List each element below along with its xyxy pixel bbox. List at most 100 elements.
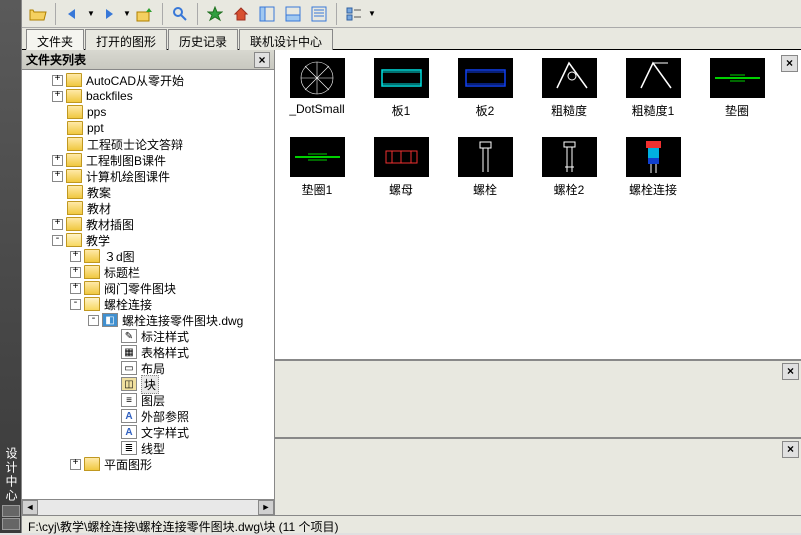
tree-toggle[interactable]: - xyxy=(88,315,99,326)
tree-node[interactable]: ≣线型 xyxy=(22,440,274,456)
tree-node[interactable]: ≡图层 xyxy=(22,392,274,408)
tree-label[interactable]: 阀门零件图块 xyxy=(104,280,176,297)
tree-node[interactable]: - 教学 xyxy=(22,232,274,248)
tree-toggle[interactable]: + xyxy=(70,283,81,294)
tree-node[interactable]: -◧螺栓连接零件图块.dwg xyxy=(22,312,274,328)
tree-label[interactable]: 螺栓连接 xyxy=(104,296,152,313)
tree-node[interactable]: + 标题栏 xyxy=(22,264,274,280)
tree-hscroll[interactable]: ◄ ► xyxy=(22,499,274,515)
tree-label[interactable]: backfiles xyxy=(86,89,133,103)
scroll-right-button[interactable]: ► xyxy=(258,500,274,515)
content-close-button[interactable]: × xyxy=(781,55,798,72)
thumbnail-item[interactable]: 螺母 xyxy=(371,137,431,198)
tree-label[interactable]: 平面图形 xyxy=(104,456,152,473)
back-dropdown[interactable]: ▼ xyxy=(87,9,95,18)
tab-1[interactable]: 打开的图形 xyxy=(85,29,167,50)
thumbnail-item[interactable]: 板2 xyxy=(455,58,515,119)
view-dropdown[interactable]: ▼ xyxy=(368,9,376,18)
tree-close-button[interactable]: × xyxy=(254,52,270,68)
tree-label[interactable]: 教材插图 xyxy=(86,216,134,233)
tree-toggle[interactable]: + xyxy=(52,155,63,166)
tree-label[interactable]: 工程硕士论文答辩 xyxy=(87,136,183,153)
tab-0[interactable]: 文件夹 xyxy=(26,29,84,50)
tree-node[interactable]: +３d图 xyxy=(22,248,274,264)
open-button[interactable] xyxy=(26,2,50,26)
tree-node[interactable]: + 工程制图B课件 xyxy=(22,152,274,168)
tree-toggle[interactable]: - xyxy=(52,235,63,246)
tree-toggle[interactable]: + xyxy=(52,91,63,102)
tree-label[interactable]: 外部参照 xyxy=(141,408,189,425)
tree-node[interactable]: pps xyxy=(22,104,274,120)
tree-node[interactable]: - 螺栓连接 xyxy=(22,296,274,312)
tree-node[interactable]: + 教材插图 xyxy=(22,216,274,232)
tree-node[interactable]: A文字样式 xyxy=(22,424,274,440)
description-toggle-button[interactable] xyxy=(307,2,331,26)
thumbnail-item[interactable]: 粗糙度1 xyxy=(623,58,683,119)
thumbnail-item[interactable]: 螺栓 xyxy=(455,137,515,198)
thumbnail-item[interactable]: 粗糙度 xyxy=(539,58,599,119)
thumbnail-item[interactable]: 垫圈 xyxy=(707,58,767,119)
tree-toggle[interactable]: + xyxy=(52,75,63,86)
view-button[interactable] xyxy=(342,2,366,26)
thumbnail-item[interactable]: _DotSmall xyxy=(287,58,347,119)
thumbnail-item[interactable]: 板1 xyxy=(371,58,431,119)
tree-node[interactable]: + 计算机绘图课件 xyxy=(22,168,274,184)
preview-close-button[interactable]: × xyxy=(782,363,799,380)
forward-button[interactable] xyxy=(97,2,121,26)
tree-node[interactable]: ▦表格样式 xyxy=(22,344,274,360)
tree-node[interactable]: + 平面图形 xyxy=(22,456,274,472)
tree-node[interactable]: + 阀门零件图块 xyxy=(22,280,274,296)
preview-toggle-button[interactable] xyxy=(281,2,305,26)
tree-label[interactable]: 教案 xyxy=(87,184,111,201)
tree-toggle[interactable]: + xyxy=(70,251,81,262)
search-button[interactable] xyxy=(168,2,192,26)
tree-toggle[interactable]: + xyxy=(70,459,81,470)
tree-label[interactable]: 计算机绘图课件 xyxy=(86,168,170,185)
up-button[interactable] xyxy=(133,2,157,26)
tree-label[interactable]: 工程制图B课件 xyxy=(86,152,166,169)
tree-node[interactable]: A外部参照 xyxy=(22,408,274,424)
tree-label[interactable]: 教材 xyxy=(87,200,111,217)
tree-node[interactable]: 工程硕士论文答辩 xyxy=(22,136,274,152)
tree-label[interactable]: ３d图 xyxy=(104,248,135,265)
tree-node[interactable]: ◫块 xyxy=(22,376,274,392)
tree-label[interactable]: pps xyxy=(87,105,106,119)
tree-label[interactable]: ppt xyxy=(87,121,104,135)
tree-label[interactable]: 标注样式 xyxy=(141,328,189,345)
tree-toggle[interactable]: + xyxy=(52,219,63,230)
dock-icon-1[interactable] xyxy=(2,505,20,517)
tree-toggle[interactable]: + xyxy=(70,267,81,278)
tree-label[interactable]: AutoCAD从零开始 xyxy=(86,72,184,89)
dock-icon-2[interactable] xyxy=(2,518,20,530)
scroll-track[interactable] xyxy=(38,500,258,515)
thumbnail-item[interactable]: 螺栓连接 xyxy=(623,137,683,198)
scroll-left-button[interactable]: ◄ xyxy=(22,500,38,515)
tree-toggle[interactable]: + xyxy=(52,171,63,182)
tree-node[interactable]: 教材 xyxy=(22,200,274,216)
description-close-button[interactable]: × xyxy=(782,441,799,458)
tree-label[interactable]: 线型 xyxy=(141,440,165,457)
tab-2[interactable]: 历史记录 xyxy=(168,29,238,50)
tree-body[interactable]: + AutoCAD从零开始 + backfiles pps ppt工程硕士论文答辩 + 工程制… xyxy=(22,70,274,499)
thumbnail-item[interactable]: 螺栓2 xyxy=(539,137,599,198)
tree-label[interactable]: 图层 xyxy=(141,392,165,409)
tree-label[interactable]: 标题栏 xyxy=(104,264,140,281)
tree-node[interactable]: ppt xyxy=(22,120,274,136)
tree-label[interactable]: 表格样式 xyxy=(141,344,189,361)
tree-node[interactable]: + backfiles xyxy=(22,88,274,104)
tree-label[interactable]: 教学 xyxy=(86,232,110,249)
tree-label[interactable]: 文字样式 xyxy=(141,424,189,441)
tree-node[interactable]: ✎标注样式 xyxy=(22,328,274,344)
forward-dropdown[interactable]: ▼ xyxy=(123,9,131,18)
thumbnail-item[interactable]: 垫圈1 xyxy=(287,137,347,198)
tree-node[interactable]: 教案 xyxy=(22,184,274,200)
home-button[interactable] xyxy=(229,2,253,26)
tab-3[interactable]: 联机设计中心 xyxy=(239,29,333,50)
thumbnail-area[interactable]: _DotSmall 板1 板2 粗糙度粗糙度1 垫圈垫圈1 螺母螺栓螺栓2 螺栓连接 xyxy=(275,50,801,359)
tree-toggle[interactable]: - xyxy=(70,299,81,310)
tree-node[interactable]: + AutoCAD从零开始 xyxy=(22,72,274,88)
tree-label[interactable]: 螺栓连接零件图块.dwg xyxy=(122,312,243,329)
favorites-button[interactable] xyxy=(203,2,227,26)
back-button[interactable] xyxy=(61,2,85,26)
tree-toggle-button[interactable] xyxy=(255,2,279,26)
